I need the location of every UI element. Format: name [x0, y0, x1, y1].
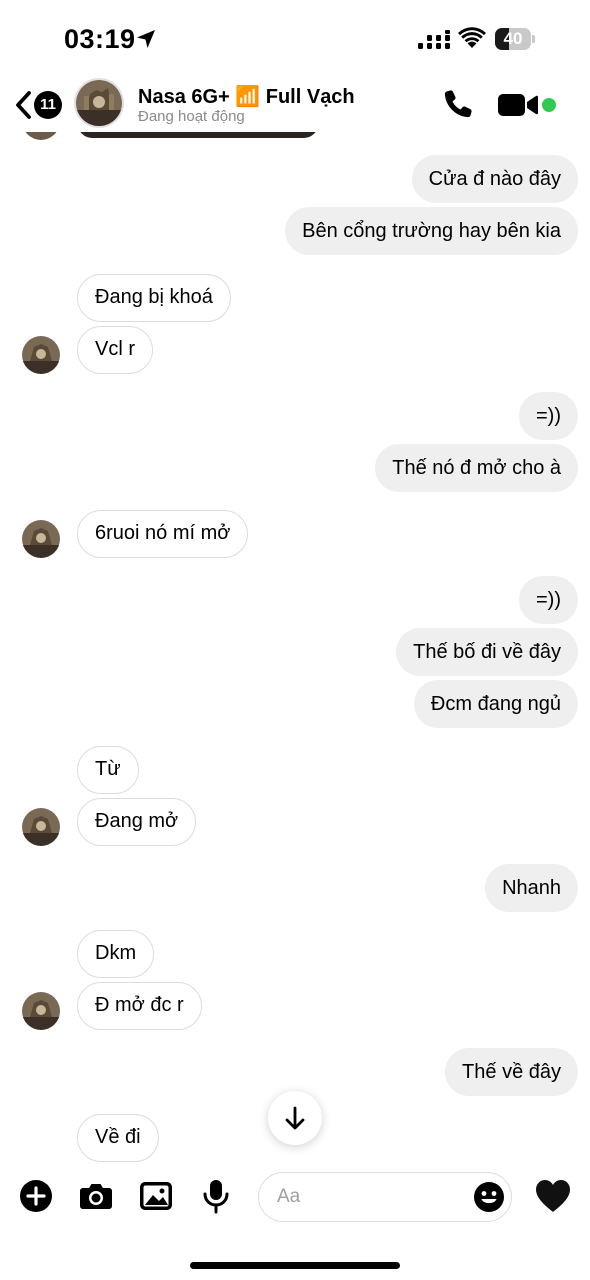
sender-avatar[interactable]	[22, 992, 60, 1030]
message-bubble-incoming[interactable]: 6ruoi nó mí mở	[77, 510, 249, 558]
camera-icon[interactable]	[78, 1178, 114, 1214]
avatar-image	[22, 520, 60, 558]
sender-avatar[interactable]	[22, 808, 60, 846]
message-bubble-incoming[interactable]: Đ mở đc r	[77, 982, 202, 1030]
message-bubble-outgoing[interactable]: Bên cổng trường hay bên kia	[285, 207, 578, 255]
sender-avatar[interactable]	[22, 520, 60, 558]
message-input[interactable]	[277, 1185, 457, 1209]
black-heart-icon[interactable]	[534, 1178, 572, 1214]
back-button[interactable]: 11	[14, 84, 64, 124]
phone-icon[interactable]	[442, 88, 474, 120]
avatar-image	[76, 80, 122, 126]
unread-count-badge: 11	[34, 91, 62, 119]
message-bubble-incoming[interactable]: Từ	[77, 746, 139, 794]
contact-avatar[interactable]	[74, 78, 124, 128]
message-thread[interactable]: Cửa đ nào đây Bên cổng trường hay bên ki…	[0, 132, 590, 1162]
message-bubble-incoming[interactable]: Về đi	[77, 1114, 159, 1162]
previous-message-remnant	[78, 132, 318, 138]
home-indicator	[190, 1262, 400, 1269]
message-composer	[0, 1162, 590, 1242]
message-bubble-outgoing[interactable]: Nhanh	[485, 864, 578, 912]
sender-avatar[interactable]	[22, 336, 60, 374]
message-bubble-outgoing[interactable]: Thế nó đ mở cho à	[375, 444, 578, 492]
message-bubble-outgoing[interactable]: Cửa đ nào đây	[411, 155, 578, 203]
battery-level: 40	[503, 29, 523, 48]
online-status-dot	[542, 98, 556, 112]
message-bubble-outgoing[interactable]: Thế về đây	[445, 1048, 578, 1096]
battery-body: 40	[495, 28, 531, 50]
chevron-left-icon	[16, 91, 31, 119]
avatar	[22, 132, 60, 140]
message-bubble-incoming[interactable]: Đang mở	[77, 798, 197, 846]
chat-header: 11 Nasa 6G+ 📶 Full Vạch Đang hoạt động	[0, 78, 590, 132]
message-input-field[interactable]	[258, 1172, 512, 1222]
video-camera-icon[interactable]	[498, 92, 538, 118]
avatar-image	[22, 808, 60, 846]
message-bubble-incoming[interactable]: Dkm	[77, 930, 155, 978]
location-arrow-icon	[137, 30, 155, 48]
message-bubble-outgoing[interactable]: =))	[519, 392, 578, 440]
clock: 03:19	[64, 24, 136, 54]
avatar-image	[22, 336, 60, 374]
avatar-image	[22, 992, 60, 1030]
scroll-to-bottom-button[interactable]	[268, 1091, 322, 1145]
status-bar: 03:19 40	[0, 0, 590, 78]
message-bubble-outgoing[interactable]: Đcm đang ngủ	[413, 680, 578, 728]
message-bubble-incoming[interactable]: Vcl r	[77, 326, 153, 374]
cellular-signal-icon	[418, 30, 450, 49]
battery-tip	[532, 35, 535, 43]
smiley-icon[interactable]	[473, 1181, 505, 1213]
battery-indicator: 40	[495, 28, 535, 50]
contact-name[interactable]: Nasa 6G+ 📶 Full Vạch	[138, 84, 355, 109]
message-bubble-incoming[interactable]: Đang bị khoá	[77, 274, 231, 322]
plus-circle-icon[interactable]	[18, 1178, 54, 1214]
message-bubble-outgoing[interactable]: Thế bố đi về đây	[396, 628, 578, 676]
arrow-down-icon	[285, 1106, 305, 1130]
microphone-icon[interactable]	[198, 1178, 234, 1214]
image-icon[interactable]	[138, 1178, 174, 1214]
message-bubble-outgoing[interactable]: =))	[519, 576, 578, 624]
wifi-icon	[458, 27, 486, 48]
contact-activity-status: Đang hoạt động	[138, 108, 245, 125]
